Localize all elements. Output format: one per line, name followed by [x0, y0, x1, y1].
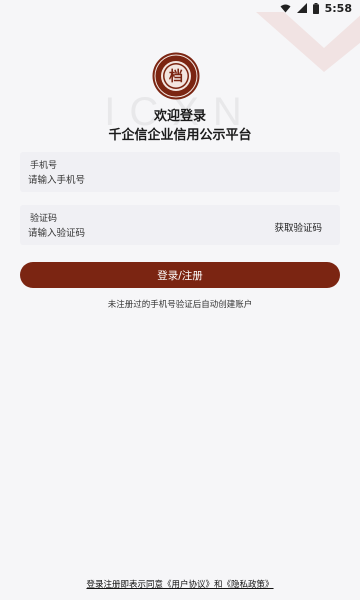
phone-label: 手机号: [30, 161, 58, 171]
status-bar: 5:58: [0, 0, 360, 16]
login-register-button[interactable]: 登录/注册: [20, 262, 340, 288]
code-label: 验证码: [30, 214, 58, 224]
agreement-prefix: 登录注册即表示同意: [86, 580, 163, 590]
logo-seal: 档: [152, 52, 200, 100]
agreement-conjunction: 和: [214, 580, 223, 590]
platform-name: 千企信企业信用公示平台: [108, 128, 252, 143]
welcome-title: 欢迎登录: [153, 109, 206, 124]
logo-character: 档: [169, 68, 183, 85]
agreement-text: 登录注册即表示同意《用户协议》和《隐私政策》: [0, 578, 360, 590]
status-icons: 5:58: [280, 1, 352, 15]
auto-register-note: 未注册过的手机号验证后自动创建账户: [107, 300, 253, 310]
wifi-icon: [280, 4, 291, 12]
phone-field: 手机号: [20, 152, 340, 192]
battery-icon: [312, 2, 319, 14]
login-page: ICXN 5:58 档 欢迎登录 千企信企业信用公示平台 手机号 请输入手机号 …: [0, 0, 360, 600]
get-code-button[interactable]: 获取验证码: [274, 220, 322, 234]
code-input[interactable]: [28, 226, 268, 240]
user-agreement-link[interactable]: 《用户协议》: [163, 578, 214, 590]
signal-icon: [296, 3, 307, 13]
decorative-chevron: [256, 12, 360, 72]
privacy-policy-link[interactable]: 《隐私政策》: [223, 578, 274, 590]
code-field: 验证码 获取验证码: [20, 205, 340, 245]
status-time: 5:58: [324, 1, 352, 15]
phone-input[interactable]: [28, 173, 268, 187]
